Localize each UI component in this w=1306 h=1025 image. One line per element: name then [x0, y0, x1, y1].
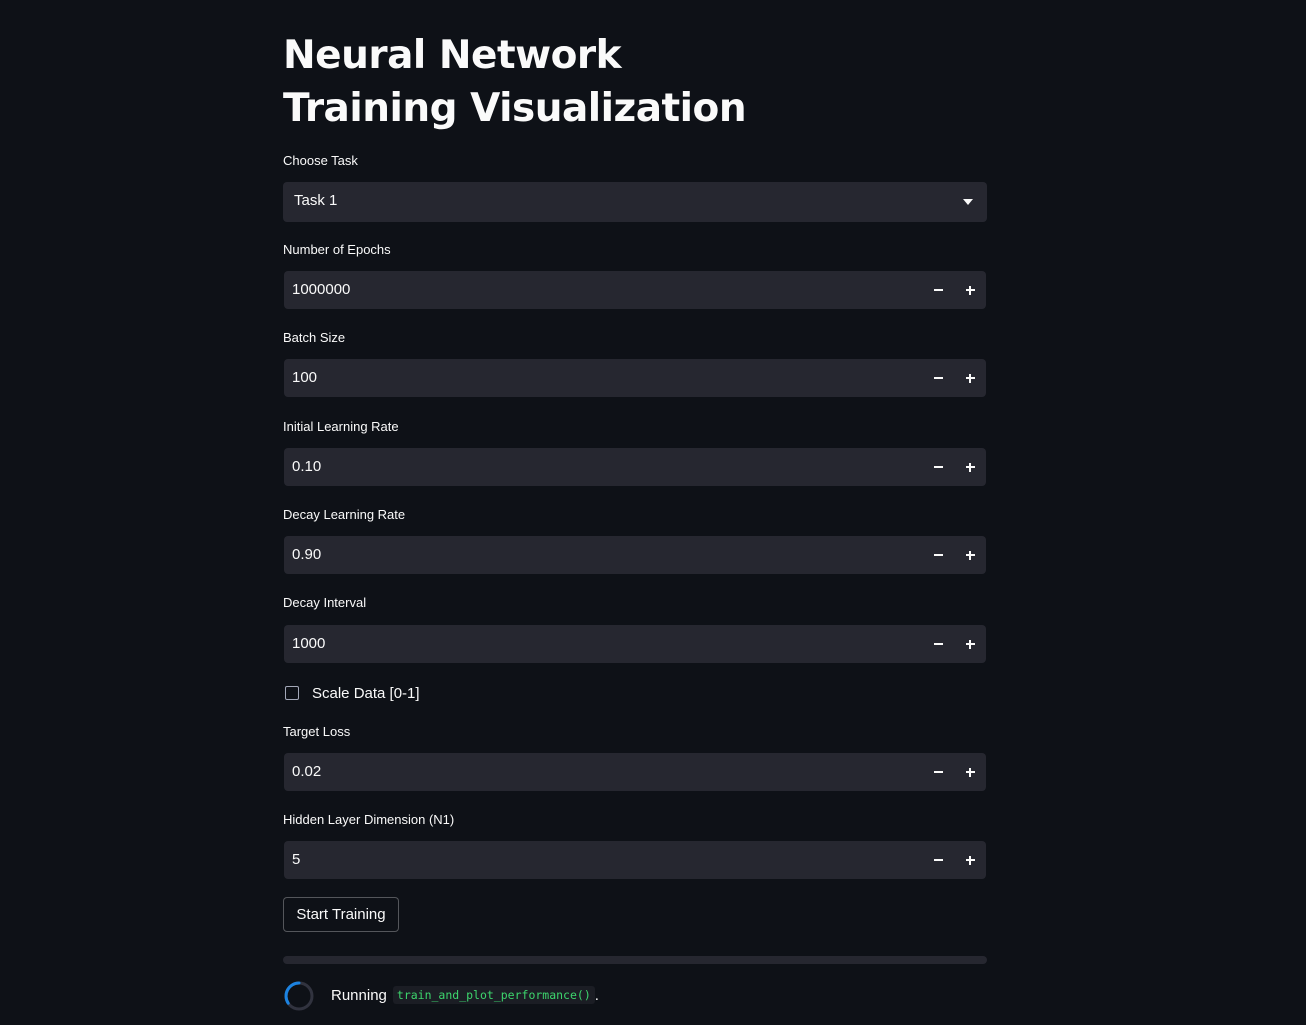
decay-interval-input[interactable]: 1000 [284, 625, 986, 663]
plus-icon [965, 462, 975, 472]
batch-size-label: Batch Size [283, 330, 346, 345]
epochs-label: Number of Epochs [283, 242, 391, 257]
scale-data-checkbox-row[interactable]: Scale Data [0-1] [285, 683, 420, 703]
epochs-value[interactable]: 1000000 [292, 281, 350, 298]
initial-lr-input[interactable]: 0.10 [284, 448, 986, 486]
decay-lr-increment-button[interactable] [954, 536, 986, 574]
plus-icon [965, 550, 975, 560]
plus-icon [965, 767, 975, 777]
minus-icon [933, 859, 943, 861]
hidden-dim-label: Hidden Layer Dimension (N1) [283, 812, 455, 827]
start-training-button[interactable]: Start Training [283, 897, 399, 932]
initial-lr-label: Initial Learning Rate [283, 419, 399, 434]
progress-bar [283, 956, 987, 964]
running-suffix: . [594, 986, 599, 1004]
epochs-input[interactable]: 1000000 [284, 271, 986, 309]
chevron-down-icon[interactable] [963, 199, 973, 205]
decay-lr-value[interactable]: 0.90 [292, 546, 321, 563]
running-status: Running train_and_plot_performance() . [331, 986, 599, 1004]
decay-interval-decrement-button[interactable] [922, 625, 954, 663]
task-select[interactable]: Task 1 [283, 182, 987, 222]
batch-size-decrement-button[interactable] [922, 359, 954, 397]
minus-icon [933, 289, 943, 291]
minus-icon [933, 466, 943, 468]
scale-data-checkbox[interactable] [285, 686, 299, 700]
page-title: Neural Network Training Visualization [283, 33, 747, 131]
plus-icon [965, 855, 975, 865]
spinner-icon [284, 981, 314, 1011]
minus-icon [933, 554, 943, 556]
decay-interval-increment-button[interactable] [954, 625, 986, 663]
target-loss-input[interactable]: 0.02 [284, 753, 986, 791]
plus-icon [965, 373, 975, 383]
batch-size-value[interactable]: 100 [292, 369, 317, 386]
batch-size-increment-button[interactable] [954, 359, 986, 397]
target-loss-increment-button[interactable] [954, 753, 986, 791]
batch-size-input[interactable]: 100 [284, 359, 986, 397]
hidden-dim-decrement-button[interactable] [922, 841, 954, 879]
decay-interval-value[interactable]: 1000 [292, 635, 325, 652]
minus-icon [933, 771, 943, 773]
running-function-code: train_and_plot_performance() [392, 986, 595, 1004]
minus-icon [933, 643, 943, 645]
hidden-dim-input[interactable]: 5 [284, 841, 986, 879]
initial-lr-decrement-button[interactable] [922, 448, 954, 486]
plus-icon [965, 285, 975, 295]
initial-lr-increment-button[interactable] [954, 448, 986, 486]
decay-lr-decrement-button[interactable] [922, 536, 954, 574]
scale-data-label[interactable]: Scale Data [0-1] [312, 685, 420, 702]
task-select-label: Choose Task [283, 153, 358, 168]
task-select-value: Task 1 [294, 192, 338, 209]
target-loss-label: Target Loss [283, 724, 351, 739]
hidden-dim-value[interactable]: 5 [292, 851, 300, 868]
initial-lr-value[interactable]: 0.10 [292, 458, 321, 475]
target-loss-decrement-button[interactable] [922, 753, 954, 791]
decay-interval-label: Decay Interval [283, 595, 367, 610]
minus-icon [933, 377, 943, 379]
decay-lr-label: Decay Learning Rate [283, 507, 406, 522]
epochs-increment-button[interactable] [954, 271, 986, 309]
running-prefix: Running [331, 986, 387, 1004]
hidden-dim-increment-button[interactable] [954, 841, 986, 879]
epochs-decrement-button[interactable] [922, 271, 954, 309]
target-loss-value[interactable]: 0.02 [292, 763, 321, 780]
plus-icon [965, 639, 975, 649]
decay-lr-input[interactable]: 0.90 [284, 536, 986, 574]
